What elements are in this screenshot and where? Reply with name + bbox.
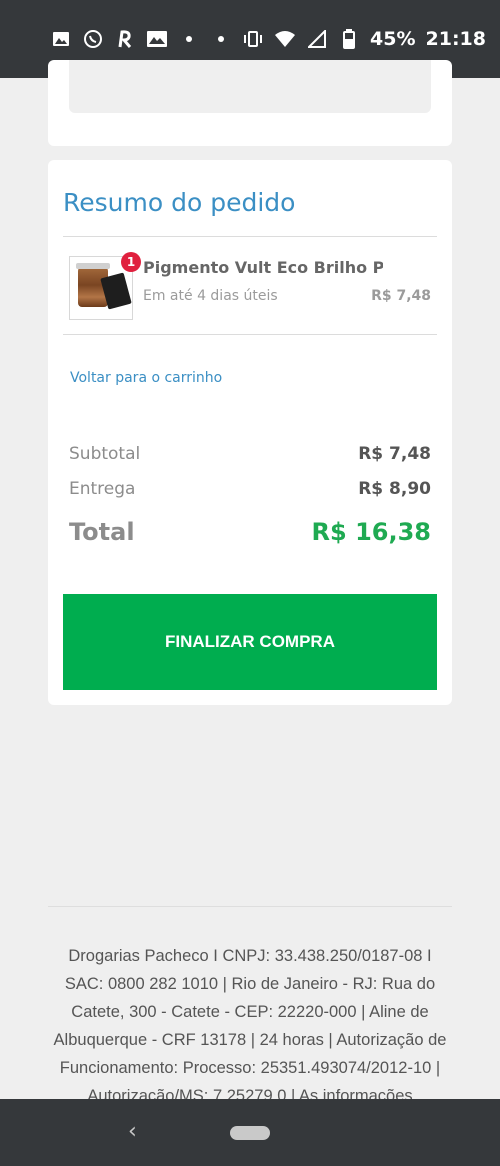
product-name[interactable]: Pigmento Vult Eco Brilho P... — [143, 258, 383, 277]
total-label: Total — [69, 518, 135, 546]
notification-dot-icon — [218, 36, 225, 42]
product-jar-lid — [76, 263, 110, 269]
footer-divider — [48, 906, 452, 907]
whatsapp-icon — [82, 28, 104, 50]
delivery-estimate: Em até 4 dias úteis — [143, 288, 278, 304]
signal-icon — [306, 28, 328, 50]
footer-company-info: Drogarias Pacheco I CNPJ: 33.438.250/018… — [53, 947, 447, 1105]
order-summary-card: Resumo do pedido 1 Pigmento Vult Eco Bri… — [48, 160, 452, 705]
battery-icon — [338, 28, 360, 50]
shipping-value: R$ 8,90 — [358, 479, 431, 499]
back-icon[interactable]: ‹ — [128, 1119, 137, 1144]
shipping-label: Entrega — [69, 479, 136, 499]
vibrate-icon — [242, 28, 264, 50]
previous-section-box — [69, 60, 431, 113]
home-pill-icon[interactable] — [230, 1125, 270, 1140]
divider — [63, 334, 437, 335]
product-price: R$ 7,48 — [371, 288, 431, 304]
checkout-button[interactable]: FINALIZAR COMPRA — [63, 594, 437, 690]
gallery-icon — [50, 28, 72, 50]
back-to-cart-link[interactable]: Voltar para o carrinho — [70, 370, 222, 386]
app-r-icon — [114, 28, 136, 50]
previous-section-card — [48, 60, 452, 146]
mail-image-icon — [146, 28, 168, 50]
total-value: R$ 16,38 — [311, 518, 431, 546]
quantity-badge: 1 — [121, 252, 141, 272]
battery-percent: 45% — [370, 28, 416, 50]
subtotal-value: R$ 7,48 — [358, 444, 431, 464]
clock: 21:18 — [425, 28, 486, 50]
notification-dot-icon — [186, 36, 193, 42]
subtotal-label: Subtotal — [69, 444, 141, 464]
order-summary-title: Resumo do pedido — [63, 188, 296, 217]
wifi-icon — [274, 28, 296, 50]
divider — [63, 236, 437, 237]
system-nav-bar: ‹ — [0, 1099, 500, 1166]
